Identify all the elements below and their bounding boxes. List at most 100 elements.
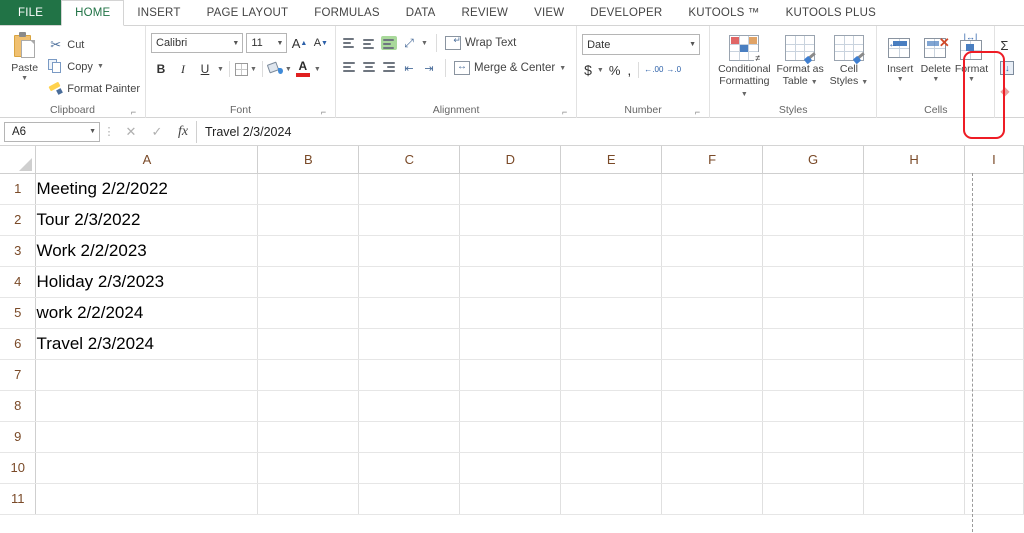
align-middle-icon[interactable] xyxy=(361,36,377,50)
autosum-button[interactable]: Σ xyxy=(1000,35,1019,55)
cell-b6[interactable] xyxy=(257,328,360,360)
column-header-g[interactable]: G xyxy=(762,146,865,174)
cell-a5[interactable]: work 2/2/2024 xyxy=(35,297,259,329)
confirm-entry-button[interactable]: ✓ xyxy=(144,121,170,143)
currency-icon[interactable]: $ xyxy=(582,62,594,78)
chevron-down-icon[interactable]: ▼ xyxy=(314,66,321,73)
shrink-font-button[interactable]: A ▼ xyxy=(312,33,330,53)
cell-d7[interactable] xyxy=(459,359,562,391)
cell-a6[interactable]: Travel 2/3/2024 xyxy=(35,328,259,360)
cell-b7[interactable] xyxy=(257,359,360,391)
cell-f4[interactable] xyxy=(661,266,764,298)
cell-d2[interactable] xyxy=(459,204,562,236)
tab-developer[interactable]: DEVELOPER xyxy=(577,0,675,26)
wrap-text-icon[interactable] xyxy=(444,35,461,50)
formula-input[interactable]: Travel 2/3/2024 xyxy=(196,120,1020,143)
align-right-icon[interactable] xyxy=(381,61,397,75)
cell-f8[interactable] xyxy=(661,390,764,422)
cell-f9[interactable] xyxy=(661,421,764,453)
insert-cells-button[interactable]: ← Insert ▼ xyxy=(882,33,918,103)
cell-i2[interactable] xyxy=(964,204,1024,236)
cell-a1[interactable]: Meeting 2/2/2022 xyxy=(35,173,259,205)
cell-a10[interactable] xyxy=(35,452,259,484)
cell-e9[interactable] xyxy=(560,421,663,453)
tab-insert[interactable]: INSERT xyxy=(124,0,193,26)
chevron-down-icon[interactable]: ▼ xyxy=(932,76,939,83)
row-header-3[interactable]: 3 xyxy=(0,235,37,267)
cell-d1[interactable] xyxy=(459,173,562,205)
merge-center-label[interactable]: Merge & Center xyxy=(474,62,555,74)
chevron-down-icon[interactable]: ▼ xyxy=(741,91,748,98)
align-top-icon[interactable] xyxy=(341,36,357,50)
font-color-icon[interactable]: A xyxy=(294,60,312,77)
cell-h3[interactable] xyxy=(863,235,965,267)
row-header-9[interactable]: 9 xyxy=(0,421,37,453)
cut-button[interactable]: ✂ Cut xyxy=(48,34,140,56)
tab-formulas[interactable]: FORMULAS xyxy=(301,0,393,26)
cell-i8[interactable] xyxy=(964,390,1024,422)
cell-b1[interactable] xyxy=(257,173,360,205)
increase-decimal-icon[interactable]: ←.00 xyxy=(644,66,663,74)
cell-e6[interactable] xyxy=(560,328,663,360)
cell-c11[interactable] xyxy=(358,483,461,515)
column-header-d[interactable]: D xyxy=(459,146,562,174)
cell-styles-button[interactable]: Cell Styles ▼ xyxy=(827,33,871,103)
cancel-entry-button[interactable]: ✕ xyxy=(118,121,144,143)
number-format-select[interactable]: Date ▼ xyxy=(582,34,701,55)
row-header-6[interactable]: 6 xyxy=(0,328,37,360)
chevron-down-icon[interactable]: ▼ xyxy=(273,40,283,47)
paste-button[interactable]: Paste ▼ xyxy=(5,30,44,103)
alignment-dialog-launcher-icon[interactable]: ⌐ xyxy=(560,108,569,117)
cell-i6[interactable] xyxy=(964,328,1024,360)
cell-c10[interactable] xyxy=(358,452,461,484)
chevron-down-icon[interactable]: ▼ xyxy=(421,40,428,47)
cell-e1[interactable] xyxy=(560,173,663,205)
row-header-5[interactable]: 5 xyxy=(0,297,37,329)
cell-e10[interactable] xyxy=(560,452,663,484)
row-header-7[interactable]: 7 xyxy=(0,359,37,391)
cell-a8[interactable] xyxy=(35,390,259,422)
font-name-input[interactable]: Calibri ▼ xyxy=(151,33,244,53)
cell-a9[interactable] xyxy=(35,421,259,453)
cell-b3[interactable] xyxy=(257,235,360,267)
cell-f7[interactable] xyxy=(661,359,764,391)
cell-g3[interactable] xyxy=(762,235,865,267)
increase-indent-icon[interactable]: ⇥ xyxy=(421,61,437,75)
cell-f10[interactable] xyxy=(661,452,764,484)
cell-h1[interactable] xyxy=(863,173,965,205)
column-header-e[interactable]: E xyxy=(560,146,663,174)
cell-e5[interactable] xyxy=(560,297,663,329)
borders-icon[interactable] xyxy=(234,62,248,76)
cell-g7[interactable] xyxy=(762,359,865,391)
cell-e11[interactable] xyxy=(560,483,663,515)
tab-page-layout[interactable]: PAGE LAYOUT xyxy=(194,0,302,26)
cell-g2[interactable] xyxy=(762,204,865,236)
cell-c6[interactable] xyxy=(358,328,461,360)
row-header-11[interactable]: 11 xyxy=(0,483,37,515)
column-header-b[interactable]: B xyxy=(257,146,360,174)
cell-d11[interactable] xyxy=(459,483,562,515)
cell-c3[interactable] xyxy=(358,235,461,267)
row-header-10[interactable]: 10 xyxy=(0,452,37,484)
font-size-input[interactable]: 11 ▼ xyxy=(246,33,288,53)
cell-e2[interactable] xyxy=(560,204,663,236)
cell-h7[interactable] xyxy=(863,359,965,391)
name-box[interactable]: A6 ▼ xyxy=(4,121,100,142)
delete-cells-button[interactable]: ✕ Delete ▼ xyxy=(918,33,954,103)
chevron-down-icon[interactable]: ▼ xyxy=(229,40,239,47)
cell-g11[interactable] xyxy=(762,483,865,515)
cell-d9[interactable] xyxy=(459,421,562,453)
cell-i9[interactable] xyxy=(964,421,1024,453)
cell-f2[interactable] xyxy=(661,204,764,236)
column-header-i[interactable]: I xyxy=(964,146,1024,174)
chevron-down-icon[interactable]: ▼ xyxy=(89,128,96,135)
chevron-down-icon[interactable]: ▼ xyxy=(250,66,257,73)
align-bottom-icon[interactable] xyxy=(381,36,397,50)
align-center-icon[interactable] xyxy=(361,61,377,75)
grow-font-button[interactable]: A ▲ xyxy=(290,33,308,53)
cell-a4[interactable]: Holiday 2/3/2023 xyxy=(35,266,259,298)
clipboard-dialog-launcher-icon[interactable]: ⌐ xyxy=(129,108,138,117)
copy-button[interactable]: Copy ▼ xyxy=(48,56,140,78)
chevron-down-icon[interactable]: ▼ xyxy=(811,79,818,86)
cell-b10[interactable] xyxy=(257,452,360,484)
